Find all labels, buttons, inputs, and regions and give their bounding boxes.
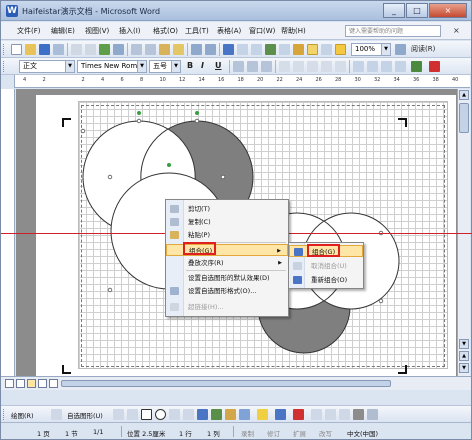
group-icon (294, 248, 303, 256)
autoshapes-menu-button[interactable]: 自选图形(U) (67, 410, 103, 420)
rectangle-icon[interactable] (141, 409, 152, 420)
dash-style-icon[interactable] (325, 409, 336, 420)
menu-item-label: 设置自选图形格式(O)... (188, 287, 257, 295)
web-view-icon[interactable] (16, 379, 25, 388)
line-style-icon[interactable] (311, 409, 322, 420)
status-separator (121, 426, 122, 437)
print-view-icon[interactable] (27, 379, 36, 388)
arrow-icon[interactable] (127, 409, 138, 420)
status-ext[interactable]: 扩展 (293, 428, 306, 438)
subgroup-highlight-box (307, 244, 340, 257)
menu-item-paste[interactable]: 粘贴(P) (166, 229, 288, 241)
select-objects-icon[interactable] (51, 409, 62, 420)
menu-item-cut[interactable]: 剪切(T) (166, 203, 288, 215)
clipart-icon[interactable] (225, 409, 236, 420)
font-color-icon[interactable] (293, 409, 304, 420)
menu-item-hyperlink: 超链接(H)... (166, 301, 288, 313)
menu-separator (186, 270, 286, 271)
ungroup-icon (293, 262, 302, 270)
draw-menu-button[interactable]: 绘图(R) (11, 410, 34, 420)
shadow-style-icon[interactable] (353, 409, 364, 420)
status-bar: 1 页 1 节 1/1 位置 2.5厘米 1 行 1 列 录制 修订 扩展 改写… (1, 422, 471, 439)
drawing-toolbar: 绘图(R) 自选图形(U) (1, 405, 471, 421)
paste-icon (170, 231, 179, 239)
wordart-icon[interactable] (197, 409, 208, 420)
arrow-style-icon[interactable] (339, 409, 350, 420)
reading-view-icon[interactable] (49, 379, 58, 388)
menu-item-set-default[interactable]: 设置自选图形的默认效果(D) (166, 272, 288, 284)
3d-style-icon[interactable] (367, 409, 378, 420)
oval-icon[interactable] (155, 409, 166, 420)
line-color-icon[interactable] (275, 409, 286, 420)
hyperlink-icon (170, 303, 179, 311)
line-icon[interactable] (113, 409, 124, 420)
view-bar (1, 376, 471, 390)
copy-icon (170, 218, 179, 226)
submenu-arrow-icon: ▶ (278, 260, 282, 266)
status-line: 1 行 (179, 430, 192, 438)
status-rec[interactable]: 录制 (241, 428, 254, 438)
fill-color-icon[interactable] (257, 409, 268, 420)
menu-item-label: 叠放次序(R) (188, 259, 224, 267)
menu-item-label: 取消组合(U) (311, 262, 347, 270)
submenu-item-ungroup: 取消组合(U) (289, 260, 363, 272)
format-shape-icon (170, 287, 179, 295)
submenu-arrow-icon: ▶ (277, 248, 281, 254)
horizontal-scrollbar[interactable] (61, 380, 391, 387)
menu-item-label: 复制(C) (188, 218, 211, 226)
status-ovr[interactable]: 改写 (319, 428, 332, 438)
picture-icon[interactable] (239, 409, 250, 420)
menu-item-label: 粘贴(P) (188, 231, 210, 239)
context-menu: 剪切(T) 复制(C) 粘贴(P) 组合(G) ▶ 叠放次序(R) ▶ 设置自选… (165, 199, 289, 317)
status-column: 1 列 (207, 430, 220, 438)
status-language: 中文(中国) (347, 430, 379, 438)
group-highlight-box (183, 242, 216, 255)
outline-view-icon[interactable] (38, 379, 47, 388)
menu-item-label: 剪切(T) (188, 205, 211, 213)
status-pages: 1/1 (93, 428, 104, 436)
normal-view-icon[interactable] (5, 379, 14, 388)
status-page: 1 页 (37, 430, 50, 438)
submenu-item-regroup[interactable]: 重新组合(O) (289, 274, 363, 286)
menu-item-format-shape[interactable]: 设置自选图形格式(O)... (166, 285, 288, 297)
status-position: 位置 2.5厘米 (127, 430, 166, 438)
status-separator (233, 426, 234, 437)
menu-item-label: 设置自选图形的默认效果(D) (188, 274, 270, 282)
diagram-icon[interactable] (211, 409, 222, 420)
status-section: 1 节 (65, 430, 78, 438)
regroup-icon (293, 276, 302, 284)
menu-item-label: 超链接(H)... (188, 303, 224, 311)
menu-item-copy[interactable]: 复制(C) (166, 216, 288, 228)
vertical-textbox-icon[interactable] (183, 409, 194, 420)
menu-item-label: 重新组合(O) (311, 276, 348, 284)
word-window: W Haifeistar演示文档 - Microsoft Word _ □ × … (0, 0, 472, 440)
toolbar-grip[interactable] (3, 409, 6, 420)
menu-item-order[interactable]: 叠放次序(R) ▶ (166, 257, 288, 269)
status-track[interactable]: 修订 (267, 428, 280, 438)
textbox-icon[interactable] (169, 409, 180, 420)
scissors-icon (170, 205, 179, 213)
